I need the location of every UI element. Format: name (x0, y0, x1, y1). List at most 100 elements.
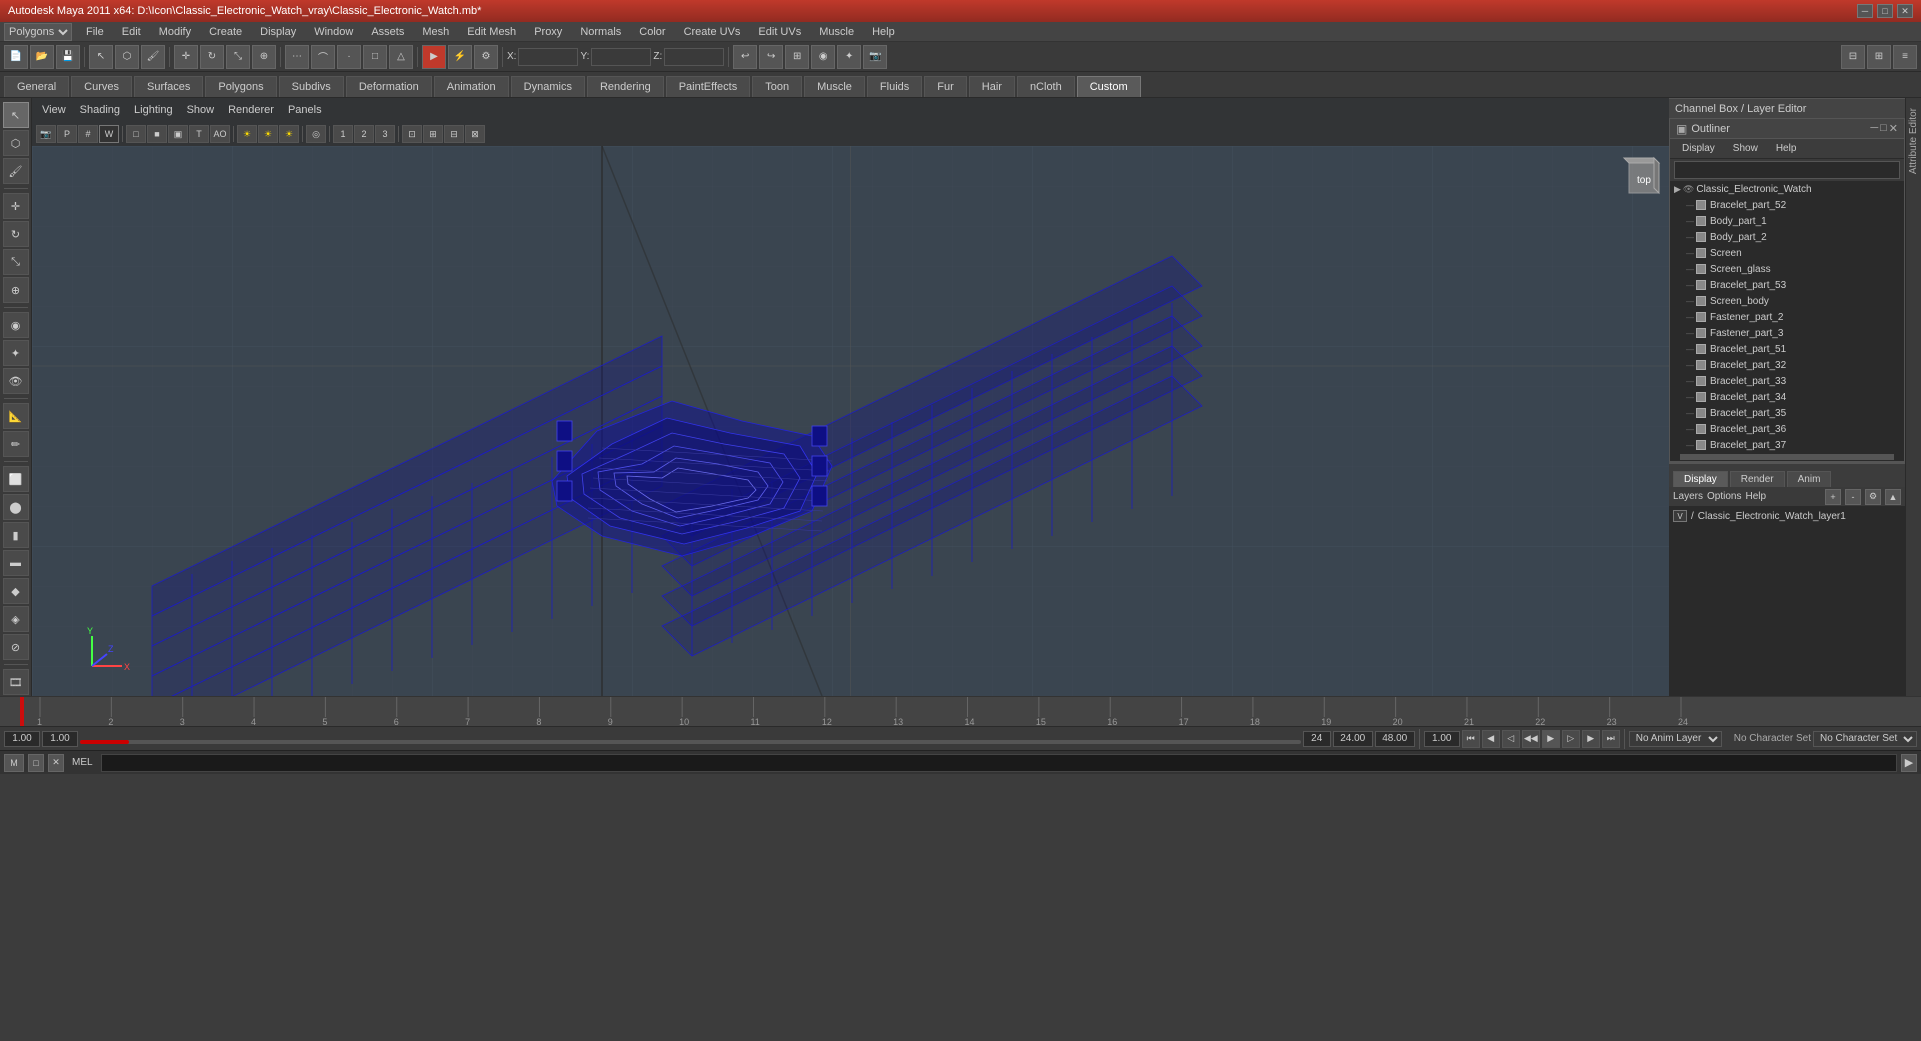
menu-help[interactable]: Help (864, 24, 903, 40)
playback-track[interactable] (80, 740, 1301, 744)
vp-extra2-btn[interactable]: ⊞ (423, 125, 443, 143)
menu-create[interactable]: Create (201, 24, 250, 40)
tool-lasso[interactable]: ⬡ (3, 130, 29, 156)
vp-extra3-btn[interactable]: ⊟ (444, 125, 464, 143)
snap-surface-btn[interactable]: △ (389, 45, 413, 69)
outliner-restore[interactable]: □ (1880, 122, 1887, 135)
tab-hair[interactable]: Hair (969, 76, 1015, 97)
outliner-item-13[interactable]: — Bracelet_part_34 (1670, 389, 1904, 405)
outliner-item-8[interactable]: — Fastener_part_2 (1670, 309, 1904, 325)
tool-extra1[interactable]: ◆ (3, 578, 29, 604)
menu-muscle[interactable]: Muscle (811, 24, 862, 40)
vp-light2-btn[interactable]: ☀ (258, 125, 278, 143)
tool-measure[interactable]: 📐 (3, 403, 29, 429)
close-button[interactable]: ✕ (1897, 4, 1913, 18)
menu-modify[interactable]: Modify (151, 24, 199, 40)
menu-edit[interactable]: Edit (114, 24, 149, 40)
outliner-item-16[interactable]: — Bracelet_part_37 (1670, 437, 1904, 453)
tool-paintsel[interactable]: 🖌 (3, 158, 29, 184)
tab-muscle[interactable]: Muscle (804, 76, 865, 97)
vp-light1-btn[interactable]: ☀ (237, 125, 257, 143)
tab-subdivs[interactable]: Subdivs (279, 76, 344, 97)
tab-render[interactable]: Render (1730, 471, 1785, 487)
soft-mod-btn[interactable]: ◉ (811, 45, 835, 69)
start-frame-input[interactable] (4, 731, 40, 747)
outliner-item-14[interactable]: — Bracelet_part_35 (1670, 405, 1904, 421)
outliner-item-6[interactable]: — Bracelet_part_53 (1670, 277, 1904, 293)
universal-btn[interactable]: ⊕ (252, 45, 276, 69)
lasso-btn[interactable]: ⬡ (115, 45, 139, 69)
tab-rendering[interactable]: Rendering (587, 76, 664, 97)
render-btn[interactable]: ▶ (422, 45, 446, 69)
menu-display[interactable]: Display (252, 24, 304, 40)
tool-show[interactable]: 👁 (3, 368, 29, 394)
timeline[interactable]: 123456789101112131415161718192021222324 (0, 696, 1921, 726)
outliner-hscrollbar[interactable] (1680, 454, 1894, 460)
tool-box[interactable]: ⬜ (3, 466, 29, 492)
tool-scale[interactable]: ⤡ (3, 249, 29, 275)
tool-extra2[interactable]: ◈ (3, 606, 29, 632)
menu-proxy[interactable]: Proxy (526, 24, 570, 40)
history2-btn[interactable]: ↪ (759, 45, 783, 69)
tab-display[interactable]: Display (1673, 471, 1728, 487)
menu-color[interactable]: Color (631, 24, 673, 40)
vp-iso-btn[interactable]: ◎ (306, 125, 326, 143)
tool-soft[interactable]: ◉ (3, 312, 29, 338)
outliner-item-9[interactable]: — Fastener_part_3 (1670, 325, 1904, 341)
construct-plane-btn[interactable]: ⊞ (785, 45, 809, 69)
anim-layer-select[interactable]: No Anim Layer (1629, 731, 1722, 747)
max-time-input[interactable] (1375, 731, 1415, 747)
outliner-menu-show[interactable]: Show (1725, 141, 1766, 156)
paint-btn[interactable]: 🖌 (141, 45, 165, 69)
tab-dynamics[interactable]: Dynamics (511, 76, 585, 97)
vp-extra1-btn[interactable]: ⊡ (402, 125, 422, 143)
vp-menu-lighting[interactable]: Lighting (128, 102, 179, 118)
vp-menu-panels[interactable]: Panels (282, 102, 328, 118)
layers-menu-help[interactable]: Help (1745, 491, 1766, 502)
new-file-btn[interactable]: 📄 (4, 45, 28, 69)
tab-general[interactable]: General (4, 76, 69, 97)
tab-custom[interactable]: Custom (1077, 76, 1141, 97)
outliner-item-12[interactable]: — Bracelet_part_33 (1670, 373, 1904, 389)
x-input[interactable] (518, 48, 578, 66)
character-set-select[interactable]: No Character Set (1813, 731, 1917, 747)
mel-icon-btn[interactable]: M (4, 754, 24, 772)
snap-grid-btn[interactable]: ⋯ (285, 45, 309, 69)
z-input[interactable] (664, 48, 724, 66)
y-input[interactable] (591, 48, 651, 66)
vp-ao-btn[interactable]: AO (210, 125, 230, 143)
ipr-render-btn[interactable]: ⚡ (448, 45, 472, 69)
layer-item[interactable]: V / Classic_Electronic_Watch_layer1 (1669, 507, 1905, 525)
menu-window[interactable]: Window (306, 24, 361, 40)
next-frame-btn[interactable]: ▷ (1562, 730, 1580, 748)
prev-key-btn[interactable]: ◀ (1482, 730, 1500, 748)
menu-file[interactable]: File (78, 24, 112, 40)
tab-ncloth[interactable]: nCloth (1017, 76, 1075, 97)
mel-input[interactable] (101, 754, 1897, 772)
menu-mesh[interactable]: Mesh (414, 24, 457, 40)
render-settings-btn[interactable]: ⚙ (474, 45, 498, 69)
save-file-btn[interactable]: 💾 (56, 45, 80, 69)
outliner-item-2[interactable]: — Body_part_1 (1670, 213, 1904, 229)
tab-toon[interactable]: Toon (752, 76, 802, 97)
tool-render-region[interactable]: 🎞 (3, 669, 29, 695)
layer-visibility[interactable]: V (1673, 510, 1687, 522)
camera-btn[interactable]: 📷 (863, 45, 887, 69)
vp-shade-btn[interactable]: □ (126, 125, 146, 143)
tool-sphere[interactable]: ⬤ (3, 494, 29, 520)
vp-persp-btn[interactable]: P (57, 125, 77, 143)
vp-res2-btn[interactable]: 2 (354, 125, 374, 143)
mode-dropdown[interactable]: Polygons (4, 23, 72, 41)
prev-frame-btn[interactable]: ◁ (1502, 730, 1520, 748)
tab-painteffects[interactable]: PaintEffects (666, 76, 751, 97)
outliner-item-11[interactable]: — Bracelet_part_32 (1670, 357, 1904, 373)
tab-curves[interactable]: Curves (71, 76, 132, 97)
vp-tex-btn[interactable]: T (189, 125, 209, 143)
skip-start-btn[interactable]: ⏮ (1462, 730, 1480, 748)
vp-light3-btn[interactable]: ☀ (279, 125, 299, 143)
end-time-input[interactable] (1333, 731, 1373, 747)
tab-surfaces[interactable]: Surfaces (134, 76, 203, 97)
outliner-item-0[interactable]: ▶ 👁 Classic_Electronic_Watch (1670, 181, 1904, 197)
vp-menu-renderer[interactable]: Renderer (222, 102, 280, 118)
tool-cyl[interactable]: ▮ (3, 522, 29, 548)
